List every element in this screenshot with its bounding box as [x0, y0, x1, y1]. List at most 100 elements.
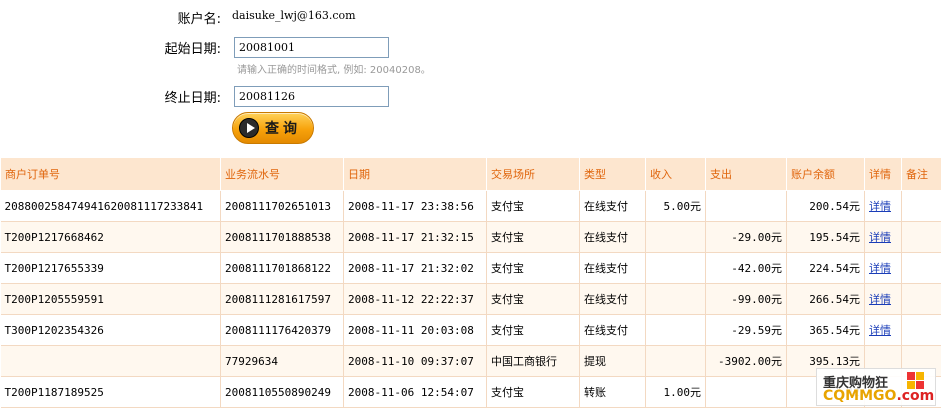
col-header-date: 日期 — [343, 157, 487, 191]
cell-order-no: T200P1217655339 — [0, 252, 221, 284]
cell-place: 支付宝 — [486, 314, 580, 346]
col-header-detail: 详情 — [864, 157, 902, 191]
cell-expense: -42.00元 — [705, 252, 787, 284]
account-label: 账户名: — [177, 12, 221, 27]
detail-link[interactable]: 详情 — [869, 293, 891, 306]
cell-detail: 详情 — [864, 252, 902, 284]
cell-expense: -29.59元 — [705, 314, 787, 346]
col-header-place: 交易场所 — [486, 157, 580, 191]
cell-place: 支付宝 — [486, 252, 580, 284]
cell-order-no: T200P1187189525 — [0, 376, 221, 408]
cell-serial-no: 2008111176420379 — [220, 314, 344, 346]
cell-date: 2008-11-06 12:54:07 — [343, 376, 487, 408]
cell-balance: 195.54元 — [786, 221, 865, 253]
transactions-table: 商户订单号 业务流水号 日期 交易场所 类型 收入 支出 账户余额 详情 备注 … — [0, 157, 941, 408]
detail-link[interactable]: 详情 — [869, 262, 891, 275]
table-row: T300P1202354326 2008111176420379 2008-11-1… — [0, 314, 941, 346]
cell-expense: -99.00元 — [705, 283, 787, 315]
query-button[interactable]: 查询 — [232, 112, 314, 144]
end-date-input[interactable] — [234, 86, 389, 107]
cell-place: 支付宝 — [486, 283, 580, 315]
cell-expense: -3902.00元 — [705, 345, 787, 377]
cell-place: 支付宝 — [486, 190, 580, 222]
cell-balance: 365.54元 — [786, 314, 865, 346]
table-row: 20880025847494162008111723384​1 200811170… — [0, 190, 941, 222]
date-format-hint: 请输入正确的时间格式, 例如: 20040208。 — [237, 65, 431, 76]
cell-type: 在线支付 — [579, 314, 646, 346]
cell-type: 提现 — [579, 345, 646, 377]
watermark-en-text: CQMMGO.com — [823, 388, 935, 404]
cell-note — [901, 252, 941, 284]
cell-expense: -29.00元 — [705, 221, 787, 253]
cell-date: 2008-11-11 20:03:08 — [343, 314, 487, 346]
col-header-income: 收入 — [645, 157, 706, 191]
col-header-expense: 支出 — [705, 157, 787, 191]
site-watermark: 重庆购物狂 CQMMGO.com — [816, 368, 936, 406]
cell-serial-no: 2008111702651013 — [220, 190, 344, 222]
cell-income — [645, 221, 706, 253]
cell-type: 在线支付 — [579, 252, 646, 284]
cell-balance: 224.54元 — [786, 252, 865, 284]
col-header-order-no: 商户订单号 — [0, 157, 221, 191]
cell-balance: 200.54元 — [786, 190, 865, 222]
col-header-note: 备注 — [901, 157, 941, 191]
table-row: T200P1205559591 2008111281617597 2008-11-1… — [0, 283, 941, 315]
cell-order-no: T200P1205559591 — [0, 283, 221, 315]
cell-order-no: T200P1217668462 — [0, 221, 221, 253]
cell-serial-no: 2008111281617597 — [220, 283, 344, 315]
col-header-type: 类型 — [579, 157, 646, 191]
detail-link[interactable]: 详情 — [869, 200, 891, 213]
table-row: T200P1217668462 2008111701888538 2008-11-1… — [0, 221, 941, 253]
cell-date: 2008-11-10 09:37:07 — [343, 345, 487, 377]
cell-balance: 266.54元 — [786, 283, 865, 315]
end-date-label: 终止日期: — [164, 91, 221, 106]
cell-income: 5.00元 — [645, 190, 706, 222]
cell-income — [645, 283, 706, 315]
table-row: T200P1187189525 2008110550890249 2008-11-0… — [0, 376, 941, 408]
cell-income: 1.00元 — [645, 376, 706, 408]
cell-type: 在线支付 — [579, 283, 646, 315]
cell-place: 支付宝 — [486, 376, 580, 408]
col-header-balance: 账户余额 — [786, 157, 865, 191]
cell-date: 2008-11-17 23:38:56 — [343, 190, 487, 222]
cell-type: 在线支付 — [579, 190, 646, 222]
table-row: T200P1217655339 2008111701868122 2008-11-1… — [0, 252, 941, 284]
cell-income — [645, 345, 706, 377]
cell-order-no: 20880025847494162008111723384​1 — [0, 190, 221, 222]
cell-note — [901, 190, 941, 222]
cell-date: 2008-11-12 22:22:37 — [343, 283, 487, 315]
cell-detail: 详情 — [864, 314, 902, 346]
cell-income — [645, 252, 706, 284]
cell-detail: 详情 — [864, 190, 902, 222]
cell-serial-no: 2008110550890249 — [220, 376, 344, 408]
table-header-row: 商户订单号 业务流水号 日期 交易场所 类型 收入 支出 账户余额 详情 备注 — [0, 157, 941, 191]
play-icon — [239, 118, 259, 138]
cell-serial-no: 2008111701888538 — [220, 221, 344, 253]
col-header-serial-no: 业务流水号 — [220, 157, 344, 191]
cell-order-no: T300P1202354326 — [0, 314, 221, 346]
cell-note — [901, 314, 941, 346]
cell-expense — [705, 376, 787, 408]
cell-serial-no: 2008111701868122 — [220, 252, 344, 284]
cell-note — [901, 221, 941, 253]
table-row: 77929634 2008-11-10 09:37:07 中国工商银行 提现 -3902… — [0, 345, 941, 377]
query-button-label: 查询 — [265, 121, 301, 137]
cell-serial-no: 77929634 — [220, 345, 344, 377]
cell-income — [645, 314, 706, 346]
cell-expense — [705, 190, 787, 222]
detail-link[interactable]: 详情 — [869, 231, 891, 244]
cell-detail: 详情 — [864, 283, 902, 315]
cell-type: 转账 — [579, 376, 646, 408]
cell-order-no — [0, 345, 221, 377]
cell-date: 2008-11-17 21:32:02 — [343, 252, 487, 284]
cell-place: 中国工商银行 — [486, 345, 580, 377]
cell-detail: 详情 — [864, 221, 902, 253]
start-date-label: 起始日期: — [164, 42, 221, 57]
cell-note — [901, 283, 941, 315]
account-value: daisuke_lwj@163.com — [232, 9, 356, 22]
detail-link[interactable]: 详情 — [869, 324, 891, 337]
cell-type: 在线支付 — [579, 221, 646, 253]
start-date-input[interactable] — [234, 37, 389, 58]
cell-date: 2008-11-17 21:32:15 — [343, 221, 487, 253]
cell-place: 支付宝 — [486, 221, 580, 253]
